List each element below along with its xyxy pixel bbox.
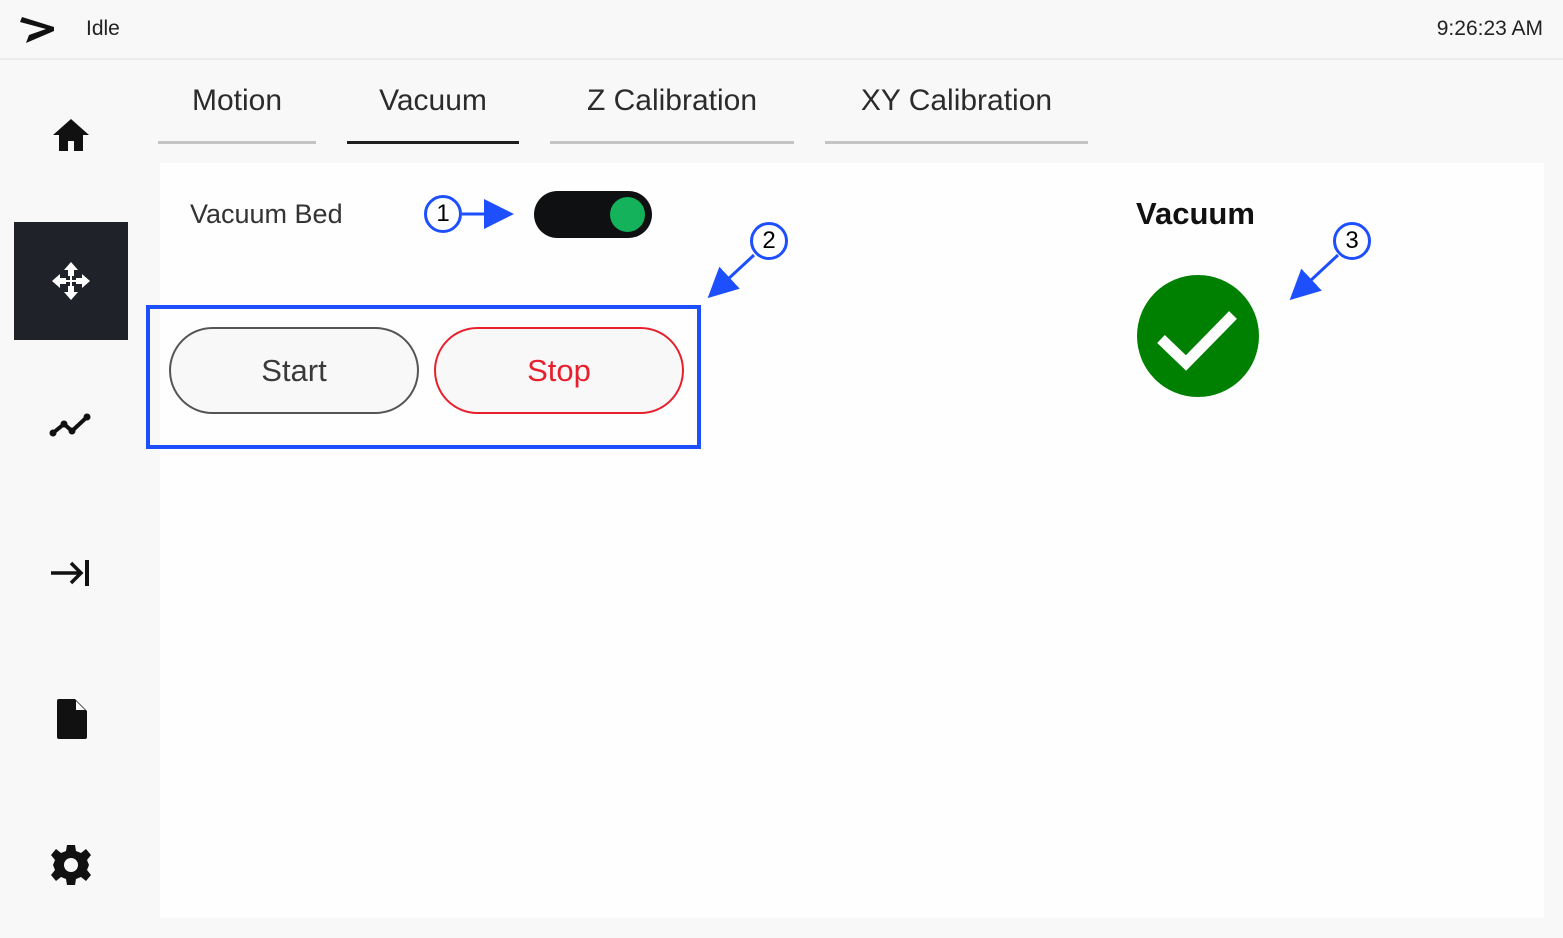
clock: 9:26:23 AM [1436, 17, 1543, 40]
home-icon [53, 119, 89, 151]
tab-z-calibration[interactable]: Z Calibration [550, 72, 794, 144]
sidebar-item-settings[interactable] [14, 806, 128, 924]
sidebar-item-home[interactable] [14, 76, 128, 194]
vacuum-panel [160, 163, 1544, 918]
file-icon [57, 699, 87, 739]
sidebar-item-jog[interactable] [14, 514, 128, 632]
tab-vacuum[interactable]: Vacuum [347, 72, 519, 144]
sidebar [0, 62, 145, 938]
move-arrows-icon [52, 262, 90, 300]
start-button[interactable]: Start [169, 327, 419, 414]
vacuum-status-title: Vacuum [1136, 196, 1255, 231]
machine-status: Idle [86, 17, 120, 40]
arrow-to-line-icon [51, 560, 89, 586]
top-bar: Idle 9:26:23 AM [0, 0, 1563, 60]
vacuum-bed-toggle[interactable] [534, 191, 652, 238]
line-chart-icon [49, 413, 91, 437]
stop-button[interactable]: Stop [434, 327, 684, 414]
tab-motion[interactable]: Motion [158, 72, 316, 144]
gear-icon [51, 845, 91, 885]
check-circle-icon [1137, 275, 1259, 397]
sidebar-item-file[interactable] [14, 660, 128, 778]
vacuum-bed-label: Vacuum Bed [190, 199, 343, 229]
toggle-knob [610, 197, 645, 232]
sidebar-item-graph[interactable] [14, 368, 128, 486]
sidebar-item-motion[interactable] [14, 222, 128, 340]
tab-xy-calibration[interactable]: XY Calibration [825, 72, 1088, 144]
arrow-logo-icon [20, 17, 54, 43]
